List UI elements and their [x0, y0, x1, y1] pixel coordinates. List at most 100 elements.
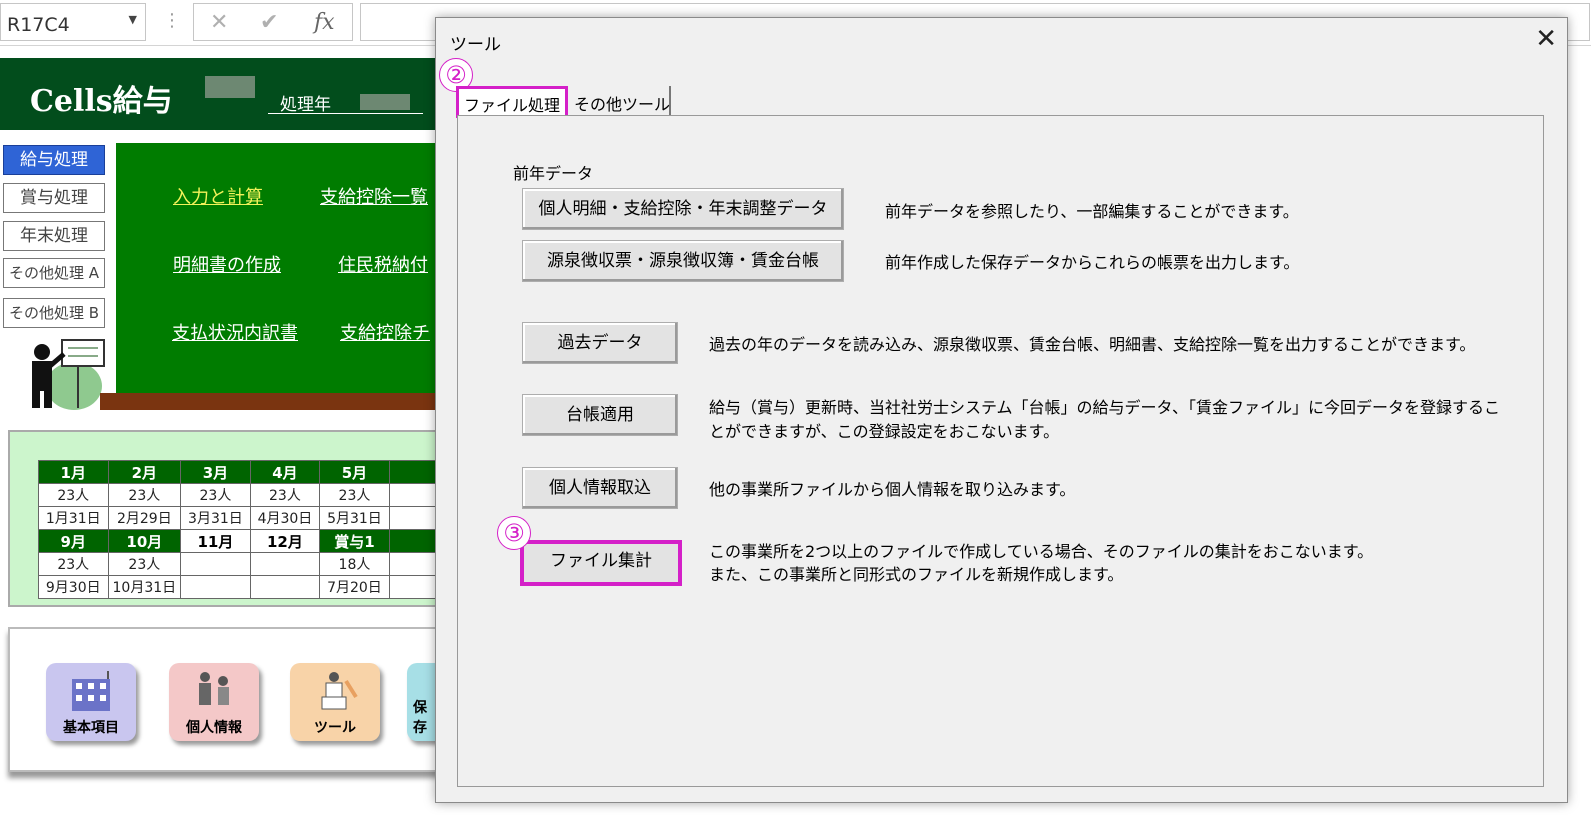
file-aggregate-desc-line1: この事業所を2つ以上のファイルで作成している場合、そのファイルの集計をおこないま…: [709, 542, 1374, 561]
app-banner: Cells給与 処理年: [0, 58, 440, 130]
date-cell: [249, 575, 321, 599]
personal-info-button[interactable]: 個人情報: [169, 663, 259, 741]
count-cell: 23人: [319, 483, 390, 507]
count-cell: [249, 552, 321, 576]
past-data-button[interactable]: 過去データ: [522, 322, 678, 364]
link-payment-check[interactable]: 支給控除チ: [340, 319, 430, 345]
screen: R17C4 ▼ ⋮ ✕ ✔ fx Cells給与 処理年 給与処理 賞与処理 年…: [0, 0, 1591, 826]
app-title: Cells給与: [30, 84, 173, 119]
file-aggregate-button[interactable]: ファイル集計: [520, 540, 682, 586]
side-menu-payroll[interactable]: 給与処理: [3, 145, 105, 175]
fx-icon[interactable]: fx: [314, 10, 335, 35]
date-cell: 10月31日: [107, 575, 182, 599]
basic-items-label: 基本項目: [63, 720, 119, 736]
count-cell: 23人: [107, 483, 182, 507]
year-label: 処理年: [280, 95, 331, 115]
month-header[interactable]: 賞与1: [319, 529, 390, 553]
formula-buttons: ✕ ✔ fx: [193, 3, 353, 41]
date-cell: 1月31日: [38, 506, 109, 530]
tab-panel: 前年データ 個人明細・支給控除・年末調整データ 前年データを参照したり、一部編集…: [457, 115, 1544, 787]
tools-button[interactable]: ツール: [290, 663, 380, 741]
ledger-apply-desc-line2: とができますが、この登録設定をおこないます。: [709, 422, 1060, 441]
count-cell: 23人: [38, 483, 109, 507]
month-header[interactable]: [388, 529, 441, 553]
date-cell: 2月29日: [107, 506, 182, 530]
month-header[interactable]: 9月: [38, 529, 109, 553]
dialog-title: ツール: [450, 35, 501, 55]
prev-year-personal-data-desc: 前年データを参照したり、一部編集することができます。: [885, 202, 1299, 221]
count-cell: 23人: [249, 483, 321, 507]
month-header[interactable]: 1月: [38, 460, 109, 484]
side-menu-other-a[interactable]: その他処理 A: [3, 258, 105, 288]
personal-info-label: 個人情報: [186, 720, 242, 736]
count-cell: [388, 483, 441, 507]
building-icon: [72, 671, 110, 711]
link-payment-list[interactable]: 支給控除一覧: [320, 183, 428, 209]
count-cell: 23人: [107, 552, 182, 576]
tab-file-processing[interactable]: ファイル処理: [456, 86, 568, 118]
prev-year-section-label: 前年データ: [513, 164, 594, 183]
more-icon: ⋮: [163, 10, 181, 31]
month-header[interactable]: 12月: [249, 529, 321, 553]
year-underline: [268, 113, 423, 114]
count-cell: 23人: [38, 552, 109, 576]
presenter-illustration: [32, 339, 105, 410]
file-aggregate-desc-line2: また、この事業所と同形式のファイルを新規作成します。: [709, 565, 1124, 584]
month-header[interactable]: 5月: [319, 460, 390, 484]
date-cell: [180, 575, 251, 599]
table-row: 1月31日 2月29日 3月31日 4月30日 5月31日: [38, 506, 441, 530]
count-cell: 23人: [180, 483, 251, 507]
step-3-marker: ③: [497, 516, 531, 550]
past-data-desc: 過去の年のデータを読み込み、源泉徴収票、賃金台帳、明細書、支給控除一覧を出力する…: [709, 335, 1476, 354]
redacted-year: [360, 94, 410, 110]
count-cell: 18人: [319, 552, 390, 576]
menu-board: 入力と計算 支給控除一覧 明細書の作成 住民税納付 支払状況内訳書 支給控除チ: [116, 143, 440, 393]
people-icon: [199, 672, 229, 705]
date-cell: [388, 575, 441, 599]
tab-other-tools[interactable]: その他ツール: [570, 86, 671, 118]
personal-info-import-desc: 他の事業所ファイルから個人情報を取り込みます。: [709, 480, 1076, 499]
tool-dialog: ツール ✕ ② ファイル処理 その他ツール 前年データ 個人明細・支給控除・年末…: [435, 17, 1568, 803]
personal-info-import-button[interactable]: 個人情報取込: [522, 467, 678, 509]
tools-label: ツール: [314, 720, 356, 736]
enter-icon[interactable]: ✔: [260, 10, 278, 35]
prev-year-withholding-desc: 前年作成した保存データからこれらの帳票を出力します。: [885, 253, 1300, 272]
close-icon[interactable]: ✕: [1535, 24, 1557, 54]
link-create-statement[interactable]: 明細書の作成: [173, 251, 281, 277]
ledger-apply-desc-line1: 給与（賞与）更新時、当社社労士システム「台帳」の給与データ、「賃金ファイル」に今…: [709, 398, 1501, 417]
month-header[interactable]: 11月: [180, 529, 251, 553]
month-calendar: 1月 2月 3月 4月 5月 23人 23人 23人 23人 23人 1月31日…: [38, 460, 441, 599]
link-resident-tax[interactable]: 住民税納付: [338, 251, 428, 277]
date-cell: 3月31日: [180, 506, 251, 530]
chevron-down-icon[interactable]: ▼: [129, 13, 137, 26]
basic-items-button[interactable]: 基本項目: [46, 663, 136, 741]
ledger-apply-button[interactable]: 台帳適用: [522, 394, 678, 436]
date-cell: 7月20日: [319, 575, 390, 599]
table-row: 1月 2月 3月 4月 5月: [38, 460, 441, 484]
link-input-calc[interactable]: 入力と計算: [173, 183, 263, 209]
date-cell: [388, 506, 441, 530]
month-header[interactable]: 2月: [107, 460, 182, 484]
prev-year-personal-data-button[interactable]: 個人明細・支給控除・年末調整データ: [522, 188, 844, 230]
side-menu-other-b[interactable]: その他処理 B: [3, 298, 105, 328]
date-cell: 4月30日: [249, 506, 321, 530]
prev-year-withholding-button[interactable]: 源泉徴収票・源泉徴収簿・賃金台帳: [522, 240, 844, 282]
month-header[interactable]: 10月: [107, 529, 182, 553]
month-header[interactable]: 3月: [180, 460, 251, 484]
name-box-value: R17C4: [7, 14, 70, 36]
date-cell: 9月30日: [38, 575, 109, 599]
board-rail: [100, 393, 440, 410]
count-cell: [180, 552, 251, 576]
side-menu-yearend[interactable]: 年末処理: [3, 221, 105, 251]
redacted-name: [205, 76, 255, 98]
month-header[interactable]: [388, 460, 441, 484]
table-row: 9月 10月 11月 12月 賞与1: [38, 529, 441, 553]
month-header[interactable]: 4月: [249, 460, 321, 484]
date-cell: 5月31日: [319, 506, 390, 530]
side-menu-bonus[interactable]: 賞与処理: [3, 183, 105, 213]
count-cell: [388, 552, 441, 576]
link-payment-breakdown[interactable]: 支払状況内訳書: [172, 319, 298, 345]
tools-icon: [321, 672, 358, 710]
cancel-icon[interactable]: ✕: [210, 10, 228, 35]
name-box[interactable]: R17C4 ▼: [0, 3, 146, 41]
